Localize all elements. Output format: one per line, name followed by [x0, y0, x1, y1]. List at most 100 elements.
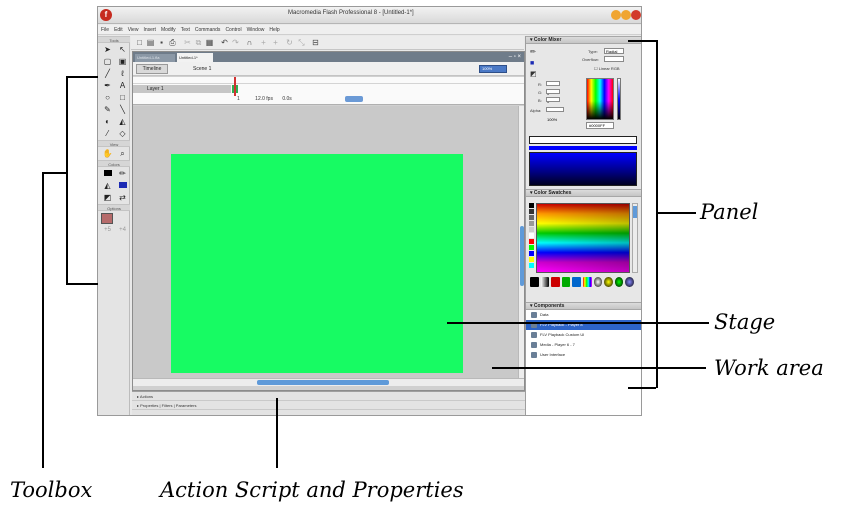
tab-filters[interactable]: Filters — [162, 403, 173, 408]
free-transform-icon[interactable]: ▢ — [101, 56, 114, 67]
open-icon[interactable]: ▤ — [146, 38, 155, 47]
horizontal-scroll-thumb[interactable] — [257, 380, 389, 385]
close-icon[interactable] — [631, 10, 641, 20]
gradient-swatch[interactable] — [614, 277, 624, 287]
alpha-field[interactable]: 100% — [546, 107, 564, 122]
gradient-swatch[interactable] — [604, 277, 613, 287]
tab-document-active[interactable]: Untitled-1* — [177, 53, 213, 62]
vertical-scrollbar[interactable] — [518, 106, 524, 378]
component-item[interactable]: FLV Playback Custom UI — [526, 330, 641, 340]
paste-icon[interactable]: ▦ — [205, 38, 214, 47]
red-field[interactable]: 0 — [546, 81, 560, 96]
hex-field[interactable]: #0000FF — [586, 122, 614, 129]
hand-icon[interactable]: ✋ — [101, 148, 114, 159]
tab-properties[interactable]: Properties — [140, 403, 158, 408]
component-item[interactable]: Media - Player 6 - 7 — [526, 340, 641, 350]
stroke-pencil-icon[interactable]: ✏ — [116, 168, 129, 179]
smooth-toolbar-icon[interactable]: + — [259, 38, 268, 47]
gradient-swatch[interactable] — [551, 277, 560, 287]
gradient-swatch[interactable] — [572, 277, 581, 287]
align-icon[interactable]: ⊟ — [311, 38, 320, 47]
menu-file[interactable]: File — [101, 25, 109, 34]
oval-icon[interactable]: ○ — [101, 92, 114, 103]
stage[interactable] — [171, 154, 463, 373]
eyedropper-icon[interactable]: ⁄ — [101, 128, 114, 139]
component-item[interactable]: User Interface — [526, 350, 641, 360]
fill-transform-icon[interactable]: ▣ — [116, 56, 129, 67]
blue-field[interactable]: 255 — [546, 97, 560, 112]
stroke-pencil-icon[interactable]: ✏ — [530, 48, 536, 56]
menu-edit[interactable]: Edit — [114, 25, 123, 34]
component-item[interactable]: Data — [526, 310, 641, 320]
default-colors-icon[interactable]: ◩ — [101, 192, 114, 203]
paint-bucket-icon[interactable]: ◭ — [116, 116, 129, 127]
menu-view[interactable]: View — [128, 25, 139, 34]
gradient-bar[interactable] — [529, 146, 637, 150]
tab-parameters[interactable]: Parameters — [176, 403, 197, 408]
rotate-icon[interactable]: ↻ — [285, 38, 294, 47]
snap-option-icon[interactable] — [101, 213, 113, 224]
eraser-icon[interactable]: ◇ — [116, 128, 129, 139]
cut-icon[interactable]: ✂ — [183, 38, 192, 47]
rectangle-icon[interactable]: □ — [116, 92, 129, 103]
scale-icon[interactable]: ⤡ — [297, 38, 306, 47]
horizontal-scrollbar[interactable] — [133, 378, 524, 386]
actions-panel-header[interactable]: ▸ Actions — [132, 392, 525, 401]
gradient-swatch[interactable] — [530, 277, 539, 287]
gradient-swatch[interactable] — [593, 277, 603, 287]
menu-help[interactable]: Help — [269, 25, 279, 34]
text-icon[interactable]: A — [116, 80, 129, 91]
scene-breadcrumb[interactable]: Scene 1 — [193, 65, 211, 73]
lasso-icon[interactable]: ℓ — [116, 68, 129, 79]
overflow-select[interactable] — [604, 56, 624, 62]
swatch-scroll-thumb[interactable] — [633, 206, 637, 218]
brightness-slider[interactable] — [617, 78, 621, 120]
redo-icon[interactable]: ↷ — [231, 38, 240, 47]
zoom-icon[interactable]: ⌕ — [116, 148, 129, 159]
minimize-icon[interactable] — [611, 10, 621, 20]
menu-window[interactable]: Window — [247, 25, 265, 34]
tab-document-inactive[interactable]: Untitled-1.fla — [135, 54, 175, 62]
copy-icon[interactable]: ⧉ — [194, 38, 203, 47]
save-icon[interactable]: ▪ — [157, 38, 166, 47]
swap-colors-icon[interactable]: ◩ — [530, 70, 537, 78]
undo-icon[interactable]: ↶ — [220, 38, 229, 47]
color-swatches-header[interactable]: ▾ Color Swatches — [526, 189, 641, 197]
stroke-color-icon[interactable] — [101, 168, 114, 179]
swatch-grid[interactable] — [536, 203, 630, 273]
timeline-scroll-thumb[interactable] — [345, 96, 363, 102]
fill-bucket-icon[interactable]: ◭ — [101, 180, 114, 191]
selection-icon[interactable]: ➤ — [101, 44, 114, 55]
menu-text[interactable]: Text — [181, 25, 190, 34]
pen-icon[interactable]: ✒ — [101, 80, 114, 91]
swatch-scrollbar[interactable] — [632, 203, 638, 273]
pencil-icon[interactable]: ✎ — [101, 104, 114, 115]
menu-control[interactable]: Control — [225, 25, 241, 34]
document-close-icon[interactable]: – ▫ × — [509, 53, 521, 61]
type-select[interactable]: Radial — [604, 48, 624, 54]
playhead[interactable] — [234, 77, 236, 96]
vertical-scroll-thumb[interactable] — [520, 226, 524, 286]
color-spectrum[interactable] — [586, 78, 614, 120]
maximize-icon[interactable] — [621, 10, 631, 20]
subselection-icon[interactable]: ↖ — [116, 44, 129, 55]
snap-icon[interactable]: ∩ — [245, 38, 254, 47]
zoom-select[interactable]: 100% — [479, 65, 507, 73]
swap-colors-icon[interactable]: ⇄ — [116, 192, 129, 203]
timeline-toggle-button[interactable]: Timeline — [136, 64, 168, 74]
gradient-swatch[interactable] — [561, 277, 571, 287]
menu-commands[interactable]: Commands — [195, 25, 221, 34]
print-icon[interactable]: ⎙ — [168, 38, 177, 47]
straighten-toolbar-icon[interactable]: + — [271, 38, 280, 47]
fill-color-icon[interactable] — [116, 180, 129, 191]
straighten-icon[interactable]: +4 — [116, 225, 129, 236]
brush-icon[interactable]: ╲ — [116, 104, 129, 115]
layer-row[interactable]: Layer 1 — [133, 85, 231, 93]
ink-bottle-icon[interactable]: ◐ — [101, 116, 114, 127]
linear-rgb-checkbox[interactable]: ☐ Linear RGB — [594, 66, 620, 71]
line-icon[interactable]: ╱ — [101, 68, 114, 79]
fill-color-icon[interactable]: ■ — [530, 60, 534, 67]
menu-modify[interactable]: Modify — [161, 25, 176, 34]
color-mixer-header[interactable]: ▾ Color Mixer — [526, 36, 641, 44]
menu-insert[interactable]: Insert — [143, 25, 156, 34]
